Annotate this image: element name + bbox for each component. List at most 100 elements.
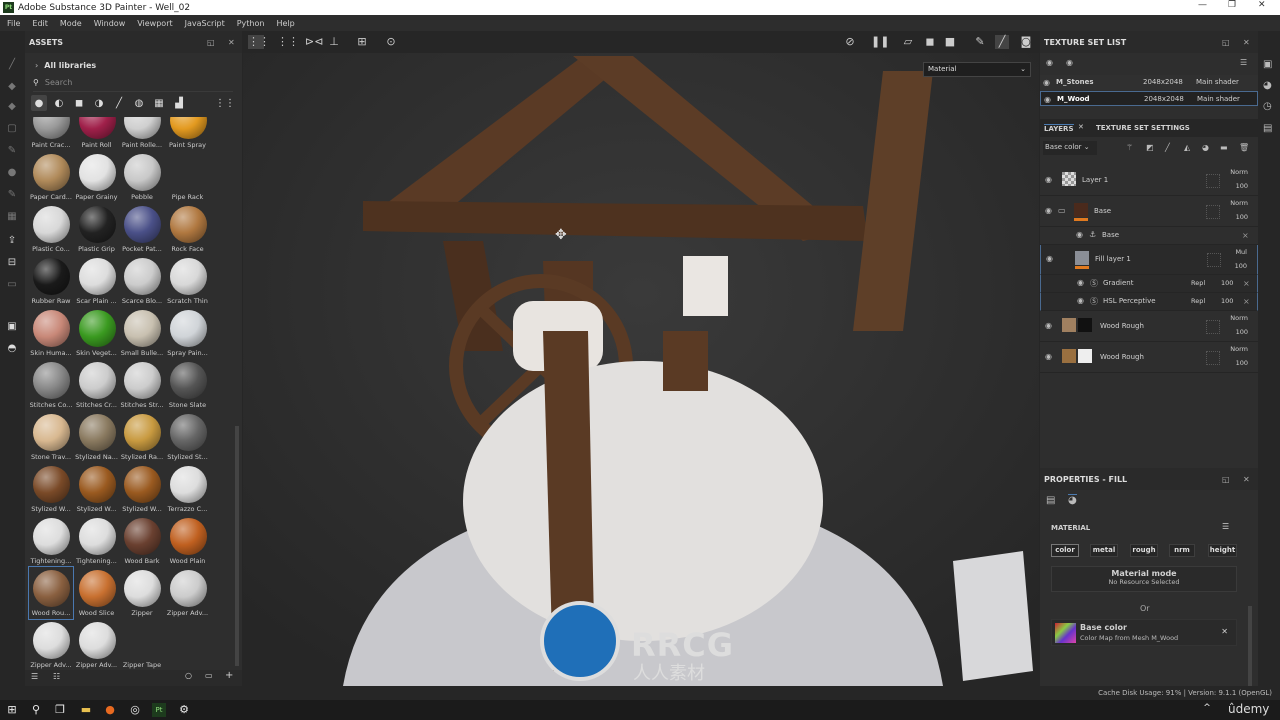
menu-python[interactable]: Python [237,19,265,28]
viewport-3d[interactable]: ⋮⋮ ⋮⋮ ⊳⊲ ⊥ ⊞ ⊙ ⊘ ❚❚ ▱ ◼ ■ ✎ ╱ ◙ Material… [243,31,1039,686]
layer-row[interactable]: ◉ Wood Rough Norm 100 [1040,342,1258,373]
environment-icon[interactable]: ▟ [171,95,187,111]
clone-icon[interactable]: ● [6,167,18,179]
channel-select[interactable]: Base color ⌄ [1043,141,1097,155]
asset-item[interactable]: Stitches Cr... [75,359,119,411]
brush-icon[interactable]: ╱ [111,95,127,111]
asset-item[interactable]: Small Bulle... [120,307,164,359]
remove-icon[interactable]: ✕ [1221,627,1228,636]
blend-mode-select[interactable]: Repl [1191,279,1205,287]
measure-icon[interactable]: ⊟ [6,257,18,269]
library-selector[interactable]: › All libraries [35,61,96,70]
asset-item[interactable]: Pipe Rack [166,151,210,203]
search-input[interactable]: ⚲ Search [33,78,233,92]
sphere-material-icon[interactable]: ● [31,95,47,111]
asset-item[interactable]: Wood Bark [120,515,164,567]
channel-metal-button[interactable]: metal [1090,544,1118,557]
refresh-icon[interactable]: ○ [185,671,192,680]
channel-height-button[interactable]: height [1208,544,1237,557]
blend-mode-select[interactable]: Norm [1230,345,1248,353]
blend-mode-select[interactable]: Norm [1230,314,1248,322]
asset-item[interactable]: Zipper Adv... [75,619,119,669]
close-tab-icon[interactable]: ✕ [1078,123,1084,131]
asset-item[interactable]: Zipper [120,567,164,619]
particles-icon[interactable]: ◍ [131,95,147,111]
selection-icon[interactable]: ▱ [901,35,915,49]
asset-item[interactable]: Stone Slate [166,359,210,411]
asset-item[interactable]: Pocket Pat... [120,203,164,255]
minimize-button[interactable]: — [1198,0,1207,10]
display-mode-select[interactable]: Material ⌄ [923,62,1031,77]
app-icon[interactable]: ◎ [128,703,142,717]
asset-item[interactable]: Paint Rolle... [120,117,164,151]
visibility-eye-icon[interactable]: ◉ [1046,254,1053,263]
asset-item[interactable]: Paint Roll [75,117,119,151]
layer-sub-item[interactable]: ◉ Ⓢ Gradient Repl 100 × [1040,275,1258,293]
smart-mask-icon[interactable]: ◑ [91,95,107,111]
eye-icon[interactable]: ◉ [1043,78,1050,87]
settings-menu-icon[interactable]: ☰ [1240,58,1247,67]
file-explorer-icon[interactable]: ▬ [79,703,93,717]
float-panel-icon[interactable]: ◱ [1222,38,1230,47]
visibility-eye-icon[interactable]: ◉ [1045,206,1052,215]
texture-icon[interactable]: ▦ [151,95,167,111]
remove-icon[interactable]: × [1242,231,1249,240]
layer-sub-item[interactable]: ◉ Ⓢ HSL Perceptive Repl 100 × [1040,293,1258,311]
grid-toggle-icon[interactable]: ⋮⋮ [248,35,270,49]
assets-scrollbar[interactable] [235,426,239,666]
layer-sub-item[interactable]: ◉ ⚓ Base × [1040,227,1258,245]
asset-item[interactable]: Rock Face [166,203,210,255]
asset-item[interactable]: Stone Trav... [29,411,73,463]
reset-view-icon[interactable]: ⊙ [384,35,398,49]
menu-help[interactable]: Help [276,19,294,28]
asset-item[interactable]: Zipper Tape [120,619,164,669]
properties-scrollbar[interactable] [1248,606,1252,686]
asset-item[interactable]: Stitches Str... [120,359,164,411]
layer-mask-slot[interactable] [1206,319,1220,334]
asset-item[interactable]: Stylized Ra... [120,411,164,463]
asset-item[interactable]: Stylized W... [29,463,73,515]
opacity-value[interactable]: 100 [1236,359,1248,367]
mask-icon[interactable]: ◼ [71,95,87,111]
eye-refresh-icon[interactable]: ◉ [1046,58,1053,67]
eraser-icon[interactable]: ◆ [6,81,18,93]
layer-mask-slot[interactable] [1207,253,1221,267]
opacity-value[interactable]: 100 [1236,328,1248,336]
asset-item[interactable]: Paper Grainy [75,151,119,203]
visibility-eye-icon[interactable]: ◉ [1045,175,1052,184]
add-folder-icon[interactable]: ▬ [1220,143,1228,152]
asset-item[interactable]: Stylized St... [166,411,210,463]
settings-icon[interactable]: ⚙ [177,703,191,717]
opacity-value[interactable]: 100 [1235,262,1247,270]
geometry-mask-icon[interactable]: ▢ [6,123,18,135]
visibility-eye-icon[interactable]: ◉ [1045,352,1052,361]
log-icon[interactable]: ▤ [1263,123,1272,134]
channel-color-button[interactable]: color [1051,544,1079,557]
menu-viewport[interactable]: Viewport [137,19,172,28]
visibility-eye-icon[interactable]: ◉ [1076,230,1083,239]
material-menu-icon[interactable]: ☰ [1222,522,1229,531]
asset-item[interactable]: Zipper Adv... [166,567,210,619]
display-settings-icon[interactable]: ▣ [1263,59,1272,70]
opacity-value[interactable]: 100 [1221,279,1233,287]
menu-file[interactable]: File [7,19,20,28]
visibility-eye-icon[interactable]: ◉ [1045,321,1052,330]
asset-item[interactable]: Zipper Adv... [29,619,73,669]
mirror-y-icon[interactable]: ⊥ [327,35,341,49]
asset-item[interactable]: Scar Plain ... [75,255,119,307]
asset-item[interactable]: Plastic Co... [29,203,73,255]
eye-icon[interactable]: ◉ [1044,95,1051,104]
opacity-value[interactable]: 100 [1236,182,1248,190]
add-effect-icon[interactable]: ⚚ [1126,143,1133,152]
material-mode-slot[interactable]: Material mode No Resource Selected [1051,566,1237,592]
firefox-icon[interactable]: ● [103,703,117,717]
menu-edit[interactable]: Edit [32,19,48,28]
texture-set-m-stones[interactable]: ◉ M_Stones 2048x2048 Main shader [1040,75,1258,90]
camera-tool-icon[interactable]: ◓ [6,343,18,355]
search-icon[interactable]: ⚲ [29,703,43,717]
asset-item[interactable]: Stylized Na... [75,411,119,463]
annotation-icon[interactable]: ▭ [6,279,18,291]
menu-javascript[interactable]: JavaScript [185,19,225,28]
visibility-eye-icon[interactable]: ◉ [1077,278,1084,287]
cube-view-icon[interactable]: ◼ [923,35,937,49]
